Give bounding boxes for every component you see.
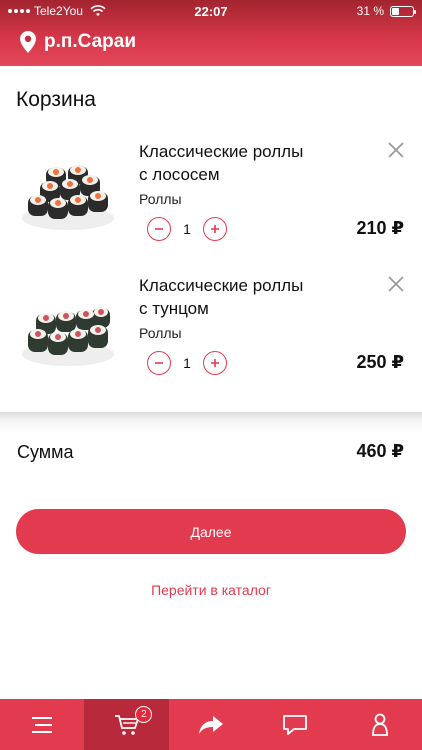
- tab-bar: 2: [0, 699, 422, 750]
- cart-item: Классические роллы с лососем Роллы 1 210…: [0, 140, 422, 270]
- status-bar: Tele2You 22:07 31 %: [0, 0, 422, 22]
- total-value: 460 ₽: [356, 441, 404, 461]
- increase-button[interactable]: [203, 217, 227, 241]
- page-title: Корзина: [16, 88, 96, 111]
- tab-chat[interactable]: [253, 699, 337, 750]
- status-right: 31 %: [356, 4, 416, 18]
- location-selector[interactable]: р.п.Сараи: [20, 31, 136, 53]
- minus-icon: [155, 228, 163, 230]
- quantity-stepper: 1: [147, 351, 227, 375]
- total-label: Сумма: [17, 442, 74, 462]
- item-name: Классические роллы с тунцом: [139, 274, 359, 320]
- item-name-line1: Классические роллы: [139, 276, 304, 295]
- tuna-rolls-image: [22, 307, 114, 366]
- item-name: Классические роллы с лососем: [139, 140, 359, 186]
- cart-badge: 2: [135, 706, 153, 723]
- tab-menu[interactable]: [0, 699, 84, 750]
- share-icon: [199, 715, 224, 734]
- menu-icon: [32, 716, 53, 733]
- chat-icon: [283, 714, 308, 735]
- item-price: 210 ₽: [356, 218, 404, 238]
- tab-share[interactable]: [169, 699, 253, 750]
- location-name: р.п.Сараи: [44, 31, 137, 52]
- item-price: 250 ₽: [356, 352, 404, 372]
- minus-icon: [155, 362, 163, 364]
- decrease-button[interactable]: [147, 217, 171, 241]
- close-icon[interactable]: [386, 274, 406, 294]
- profile-icon: [371, 713, 388, 736]
- item-name-line1: Классические роллы: [139, 142, 304, 161]
- location-pin-icon: [20, 31, 36, 53]
- battery-percent: 31 %: [356, 4, 384, 18]
- battery-icon: [390, 5, 416, 17]
- plus-icon: [211, 359, 219, 367]
- quantity-stepper: 1: [147, 217, 227, 241]
- decrease-button[interactable]: [147, 351, 171, 375]
- item-category: Роллы: [139, 191, 182, 207]
- next-button[interactable]: Далее: [16, 509, 406, 554]
- quantity-value: 1: [183, 355, 191, 371]
- item-name-line2: с лососем: [139, 165, 220, 184]
- plus-icon: [211, 225, 219, 233]
- cart-item: Классические роллы с тунцом Роллы 1 250 …: [0, 274, 422, 404]
- close-icon[interactable]: [386, 140, 406, 160]
- salmon-rolls-image: [22, 165, 114, 230]
- catalog-link[interactable]: Перейти в каталог: [0, 582, 422, 598]
- app-header: Tele2You 22:07 31 % р.п.Сараи: [0, 0, 422, 66]
- item-name-line2: с тунцом: [139, 299, 209, 318]
- item-category: Роллы: [139, 325, 182, 341]
- section-divider: [0, 412, 422, 434]
- quantity-value: 1: [183, 221, 191, 237]
- increase-button[interactable]: [203, 351, 227, 375]
- tab-cart[interactable]: 2: [84, 699, 169, 750]
- tab-profile[interactable]: [338, 699, 422, 750]
